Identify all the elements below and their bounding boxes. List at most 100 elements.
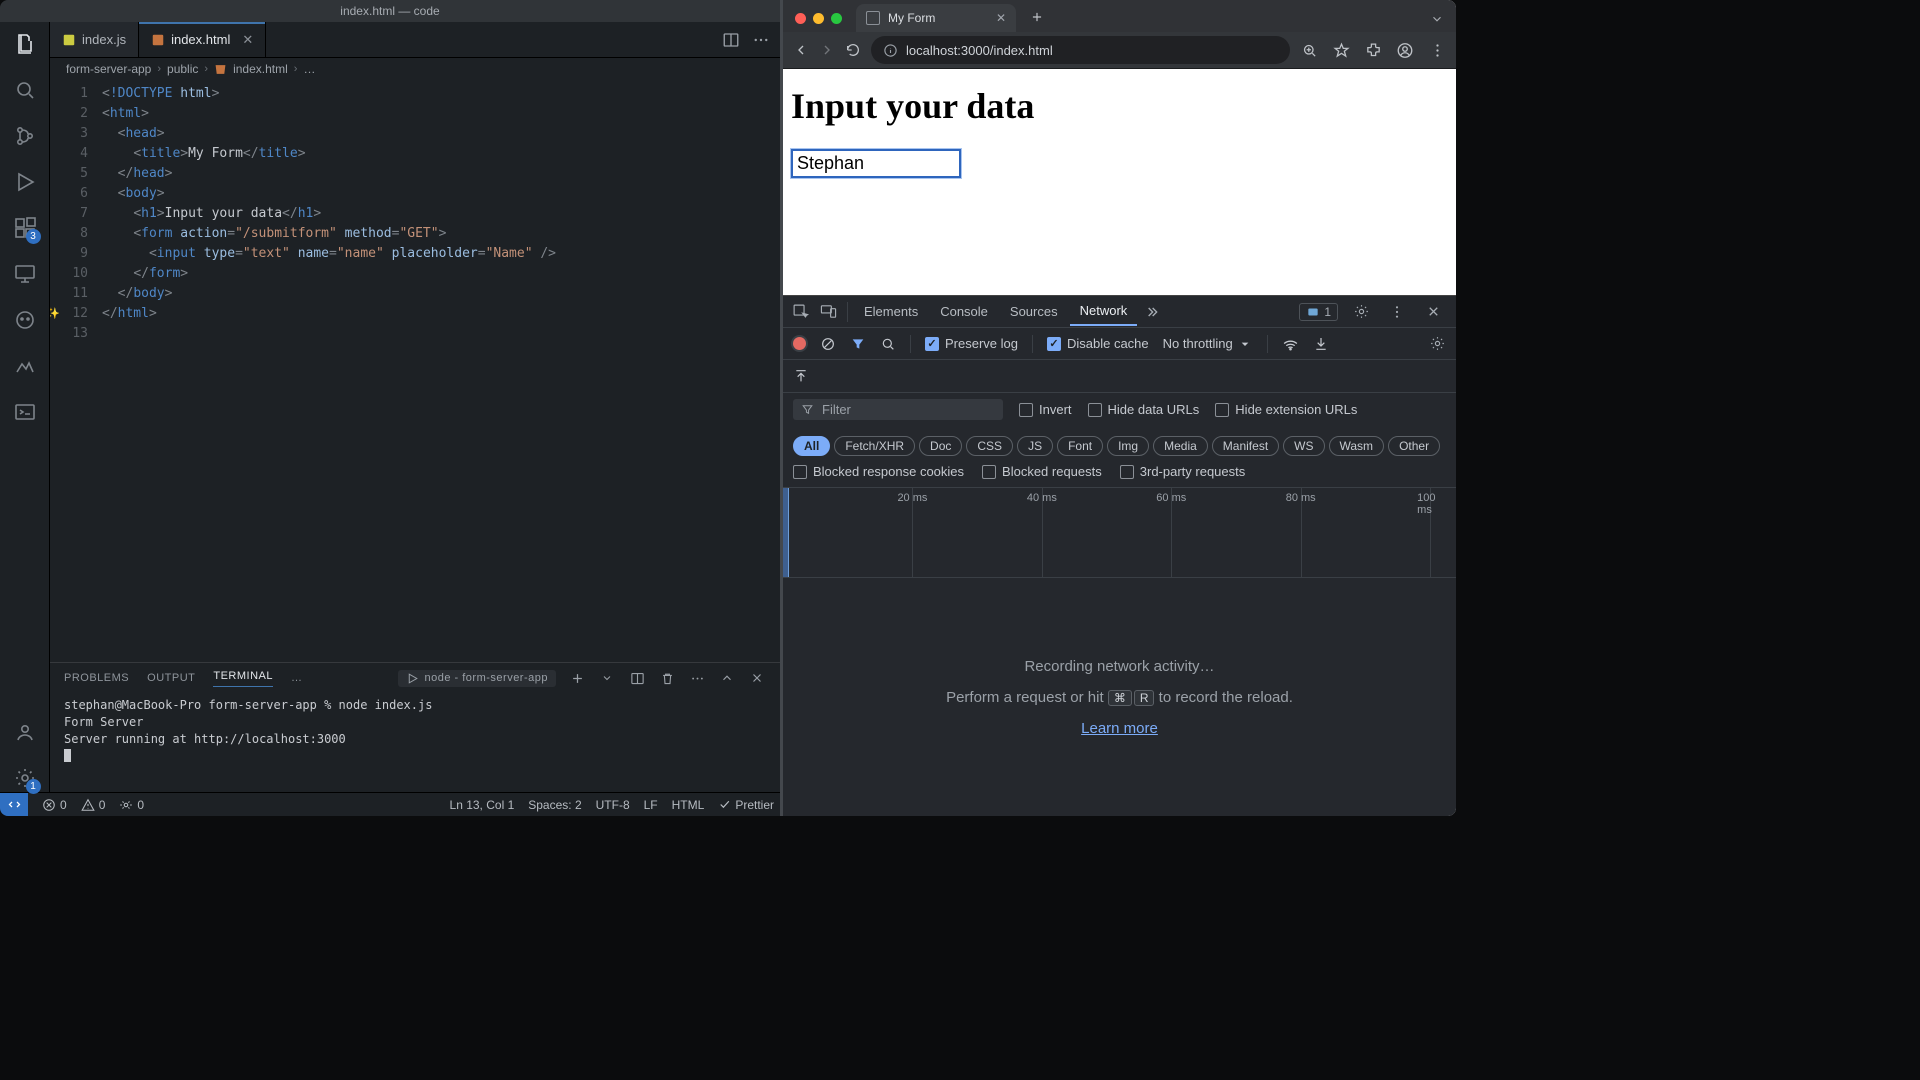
name-input[interactable] [791, 149, 961, 178]
copilot-icon[interactable] [11, 306, 39, 334]
export-har-icon[interactable] [793, 368, 809, 384]
breadcrumb-seg[interactable]: index.html [233, 62, 288, 76]
status-spaces[interactable]: Spaces: 2 [528, 798, 581, 812]
blocked-requests-checkbox[interactable]: Blocked requests [982, 464, 1102, 479]
inspect-icon[interactable] [787, 299, 813, 325]
forward-icon[interactable] [819, 42, 835, 58]
kebab-menu-icon[interactable] [1428, 41, 1446, 59]
devtools-tab-elements[interactable]: Elements [854, 298, 928, 325]
type-chip[interactable]: Media [1153, 436, 1208, 456]
tabstrip-dropdown-icon[interactable] [1428, 10, 1446, 28]
type-chip[interactable]: JS [1017, 436, 1053, 456]
run-debug-icon[interactable] [11, 168, 39, 196]
devtools-tab-sources[interactable]: Sources [1000, 298, 1068, 325]
panel-task-label[interactable]: node - form-server-app [425, 672, 549, 684]
terminal-new-icon[interactable] [568, 669, 586, 687]
filter-input[interactable]: Filter [793, 399, 1003, 420]
account-icon[interactable] [11, 718, 39, 746]
extensions-icon[interactable]: 3 [11, 214, 39, 242]
more-actions-icon[interactable] [752, 31, 770, 49]
type-chip[interactable]: Manifest [1212, 436, 1279, 456]
status-prettier[interactable]: Prettier [718, 798, 774, 812]
terminal-dropdown-icon[interactable] [598, 669, 616, 687]
breadcrumb-seg[interactable]: public [167, 62, 198, 76]
panel-maximize-icon[interactable] [718, 669, 736, 687]
type-chip[interactable]: Font [1057, 436, 1103, 456]
minimize-window-icon[interactable] [813, 13, 824, 24]
terminal-split-icon[interactable] [628, 669, 646, 687]
devtools-tab-network[interactable]: Network [1070, 297, 1138, 326]
type-chip[interactable]: CSS [966, 436, 1013, 456]
invert-checkbox[interactable]: Invert [1019, 402, 1072, 417]
status-eol[interactable]: LF [644, 798, 658, 812]
search-network-icon[interactable] [880, 336, 896, 352]
record-button-icon[interactable] [793, 337, 806, 350]
split-editor-icon[interactable] [722, 31, 740, 49]
network-conditions-icon[interactable] [1282, 335, 1299, 352]
network-timeline[interactable]: 20 ms40 ms60 ms80 ms100 ms [783, 488, 1456, 578]
terminal-kill-icon[interactable] [658, 669, 676, 687]
panel-tab-problems[interactable]: PROBLEMS [64, 672, 129, 684]
devtools-tab-console[interactable]: Console [930, 298, 998, 325]
editor-tab[interactable]: index.html✕ [139, 22, 266, 57]
maximize-window-icon[interactable] [831, 13, 842, 24]
type-chip[interactable]: Doc [919, 436, 962, 456]
terminal[interactable]: stephan@MacBook-Pro form-server-app % no… [50, 693, 780, 792]
issues-badge[interactable]: 1 [1299, 303, 1338, 321]
devtools-close-icon[interactable] [1420, 299, 1446, 325]
panel-close-icon[interactable] [748, 669, 766, 687]
breadcrumb-seg[interactable]: … [303, 62, 315, 76]
remote-explorer-icon[interactable] [11, 260, 39, 288]
graph-icon[interactable] [11, 352, 39, 380]
import-har-icon[interactable] [1313, 336, 1329, 352]
panel-tab-terminal[interactable]: TERMINAL [213, 670, 273, 687]
hide-data-urls-checkbox[interactable]: Hide data URLs [1088, 402, 1200, 417]
type-chip[interactable]: All [793, 436, 830, 456]
type-chip[interactable]: Fetch/XHR [834, 436, 915, 456]
devtools-kebab-icon[interactable] [1384, 299, 1410, 325]
clear-icon[interactable] [820, 336, 836, 352]
new-tab-icon[interactable] [1028, 8, 1046, 26]
throttling-select[interactable]: No throttling [1163, 336, 1253, 352]
search-icon[interactable] [11, 76, 39, 104]
status-cursor[interactable]: Ln 13, Col 1 [450, 798, 515, 812]
status-encoding[interactable]: UTF-8 [596, 798, 630, 812]
devtools-tabs-overflow-icon[interactable] [1139, 299, 1165, 325]
device-toggle-icon[interactable] [815, 299, 841, 325]
hide-extension-urls-checkbox[interactable]: Hide extension URLs [1215, 402, 1357, 417]
extensions-puzzle-icon[interactable] [1364, 41, 1382, 59]
remote-indicator-icon[interactable] [0, 793, 28, 816]
type-chip[interactable]: Wasm [1329, 436, 1385, 456]
breadcrumb[interactable]: form-server-app› public› index.html› … [50, 58, 780, 80]
tab-close-icon[interactable]: ✕ [242, 32, 253, 48]
devtools-settings-icon[interactable] [1348, 299, 1374, 325]
preserve-log-checkbox[interactable]: Preserve log [925, 336, 1018, 351]
status-warnings[interactable]: 0 [81, 798, 106, 812]
reload-icon[interactable] [845, 42, 861, 58]
breadcrumb-seg[interactable]: form-server-app [66, 62, 151, 76]
close-window-icon[interactable] [795, 13, 806, 24]
third-party-checkbox[interactable]: 3rd-party requests [1120, 464, 1246, 479]
browser-tab[interactable]: My Form ✕ [856, 4, 1016, 32]
filter-toggle-icon[interactable] [850, 336, 866, 352]
learn-more-link[interactable]: Learn more [1081, 720, 1158, 737]
back-icon[interactable] [793, 42, 809, 58]
code-editor[interactable]: 12345678910111213 <!DOCTYPE html><html> … [50, 80, 780, 662]
panel-more-icon[interactable] [688, 669, 706, 687]
network-settings-icon[interactable] [1429, 335, 1446, 352]
status-ports[interactable]: 0 [119, 798, 144, 812]
zoom-icon[interactable] [1300, 41, 1318, 59]
status-lang[interactable]: HTML [672, 798, 705, 812]
status-errors[interactable]: 0 [42, 798, 67, 812]
blocked-cookies-checkbox[interactable]: Blocked response cookies [793, 464, 964, 479]
panel-tab-more[interactable]: … [291, 672, 303, 684]
tab-close-icon[interactable]: ✕ [996, 11, 1006, 25]
explorer-icon[interactable] [11, 30, 39, 58]
type-chip[interactable]: Img [1107, 436, 1149, 456]
editor-tab[interactable]: index.js [50, 22, 139, 57]
panel-tab-output[interactable]: OUTPUT [147, 672, 195, 684]
site-info-icon[interactable] [883, 43, 898, 58]
terminal-activity-icon[interactable] [11, 398, 39, 426]
bookmark-icon[interactable] [1332, 41, 1350, 59]
source-control-icon[interactable] [11, 122, 39, 150]
